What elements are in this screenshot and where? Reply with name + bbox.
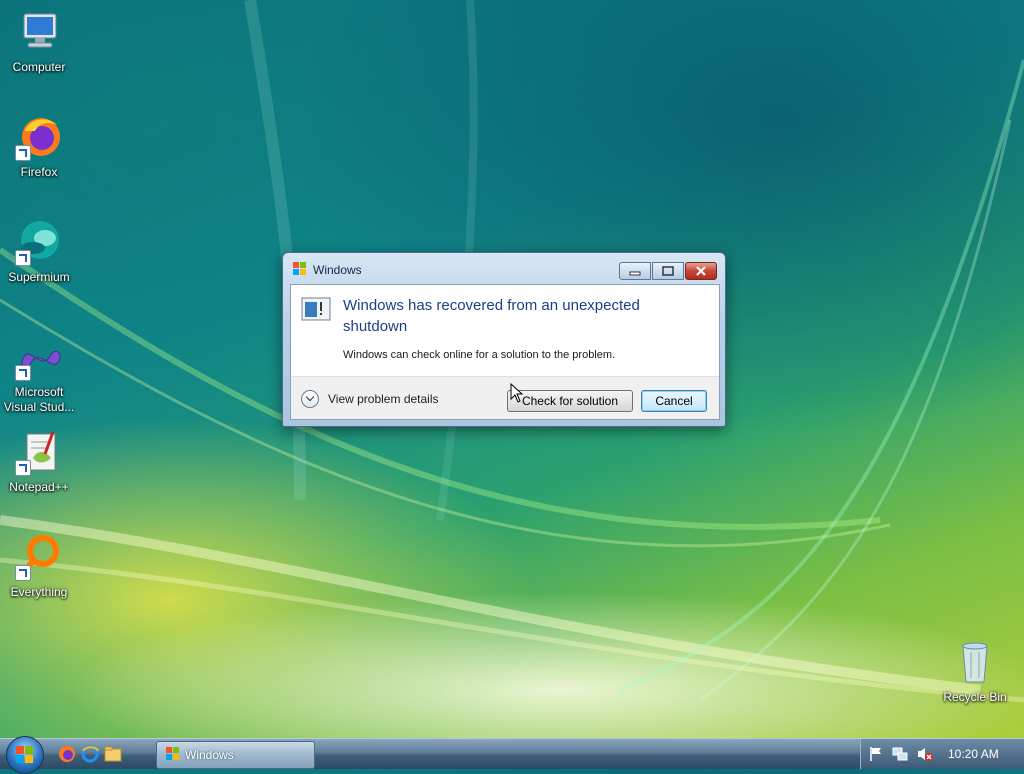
dialog-message: Windows can check online for a solution … bbox=[343, 349, 616, 361]
mouse-cursor-icon bbox=[510, 383, 524, 403]
dialog-title: Windows bbox=[313, 263, 362, 277]
taskbar-window-label: Windows bbox=[185, 748, 234, 762]
desktop-icon-label: Recycle Bin bbox=[943, 690, 1007, 704]
dialog-content: Windows has recovered from an unexpected… bbox=[290, 284, 720, 420]
system-tray: 10:20 AM bbox=[860, 739, 1024, 769]
taskbar-window-button[interactable]: Windows bbox=[156, 741, 315, 769]
dialog-footer: View problem details Check for solution … bbox=[291, 376, 719, 419]
desktop-icon-computer[interactable]: Computer bbox=[0, 8, 78, 75]
desktop-icon-label: Microsoft Visual Stud... bbox=[3, 385, 75, 414]
shortcut-arrow-icon bbox=[15, 365, 31, 381]
windows-orb-icon bbox=[16, 746, 33, 763]
desktop-icon-everything[interactable]: Everything bbox=[0, 533, 78, 600]
windows-error-icon bbox=[301, 297, 331, 321]
dialog-heading: Windows has recovered from an unexpected… bbox=[343, 297, 640, 335]
cancel-button[interactable]: Cancel bbox=[641, 390, 707, 412]
firefox-icon bbox=[15, 113, 63, 161]
desktop-icon-label: Supermium bbox=[8, 270, 70, 284]
taskbar-clock[interactable]: 10:20 AM bbox=[948, 747, 999, 761]
desktop-icon-notepadpp[interactable]: Notepad++ bbox=[0, 428, 78, 495]
explorer-folder-icon[interactable] bbox=[104, 745, 122, 763]
recycle-bin-icon bbox=[951, 638, 999, 686]
desktop-icon-label: Computer bbox=[12, 60, 66, 74]
minimize-icon bbox=[629, 271, 641, 276]
network-icon[interactable] bbox=[892, 746, 908, 762]
shortcut-arrow-icon bbox=[15, 460, 31, 476]
close-icon bbox=[696, 266, 706, 276]
check-for-solution-button[interactable]: Check for solution bbox=[507, 390, 633, 412]
volume-muted-icon[interactable] bbox=[916, 746, 934, 762]
start-button[interactable] bbox=[6, 736, 44, 774]
desktop-icon-label: Firefox bbox=[20, 165, 58, 179]
computer-icon bbox=[15, 8, 63, 56]
minimize-button[interactable] bbox=[619, 262, 651, 280]
desktop-icon-firefox[interactable]: Firefox bbox=[0, 113, 78, 180]
supermium-icon bbox=[15, 218, 63, 266]
shortcut-arrow-icon bbox=[15, 250, 31, 266]
desktop-icon-recycle-bin[interactable]: Recycle Bin bbox=[936, 638, 1014, 705]
firefox-icon[interactable] bbox=[58, 745, 76, 763]
windows-app-icon bbox=[293, 262, 306, 275]
action-center-flag-icon[interactable] bbox=[869, 746, 883, 762]
view-details-toggle[interactable]: View problem details bbox=[301, 389, 439, 409]
close-button[interactable] bbox=[685, 262, 717, 280]
desktop-icon-label: Everything bbox=[10, 585, 68, 599]
internet-explorer-icon[interactable] bbox=[81, 745, 99, 763]
shortcut-arrow-icon bbox=[15, 565, 31, 581]
view-details-label: View problem details bbox=[328, 392, 439, 406]
visual-studio-icon bbox=[15, 333, 63, 381]
shortcut-arrow-icon bbox=[15, 145, 31, 161]
chevron-down-icon bbox=[301, 390, 319, 408]
taskbar: Windows 10:20 AM bbox=[0, 736, 1024, 774]
dialog-titlebar[interactable]: Windows bbox=[283, 253, 725, 283]
desktop-icon-label: Notepad++ bbox=[9, 480, 69, 494]
notepadpp-icon bbox=[15, 428, 63, 476]
everything-search-icon bbox=[15, 533, 63, 581]
maximize-button[interactable] bbox=[652, 262, 684, 280]
recovery-dialog: Windows Windows has recovered from an un… bbox=[282, 252, 726, 427]
maximize-icon bbox=[662, 266, 674, 276]
windows-app-icon bbox=[166, 747, 179, 760]
desktop-icon-supermium[interactable]: Supermium bbox=[0, 218, 78, 285]
desktop-icon-visual-studio[interactable]: Microsoft Visual Stud... bbox=[0, 333, 78, 415]
